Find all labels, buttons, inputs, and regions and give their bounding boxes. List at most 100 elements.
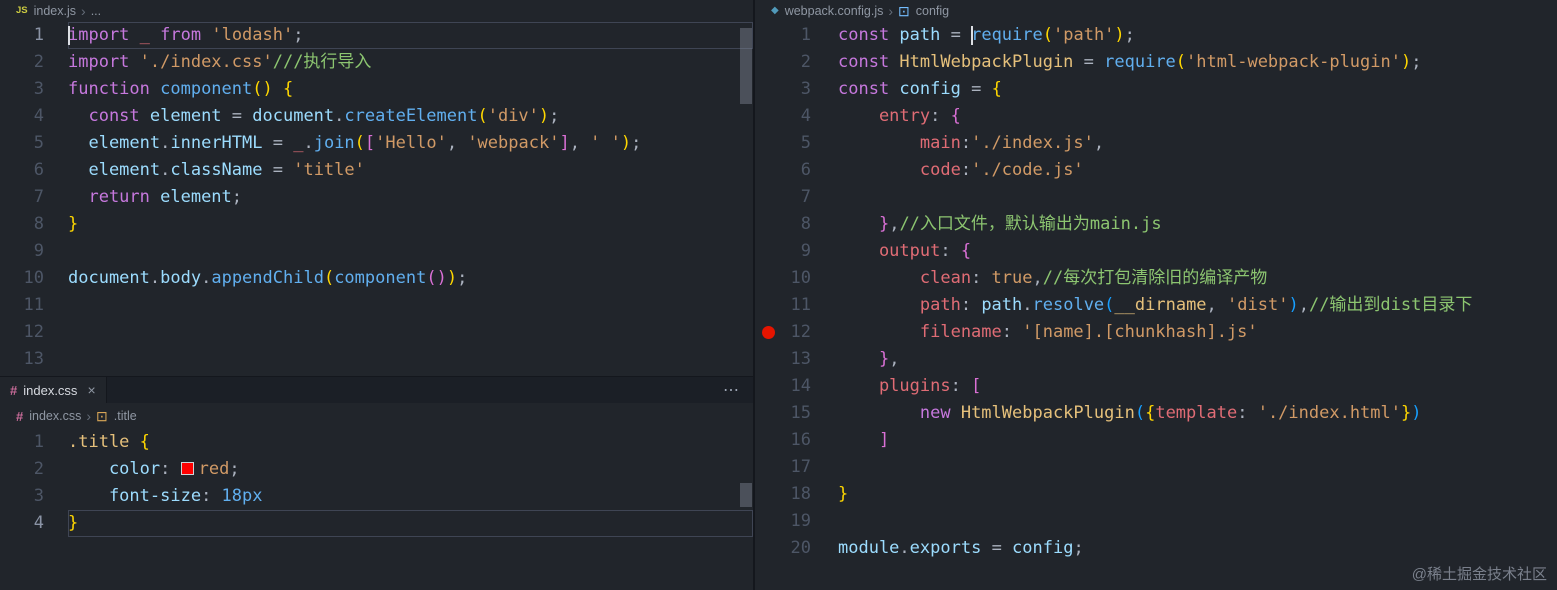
breadcrumb-file[interactable]: index.css: [29, 409, 81, 423]
line-number-gutter[interactable]: 1: [755, 22, 838, 49]
code-line[interactable]: 12 filename: '[name].[chunkhash].js': [755, 319, 1557, 346]
scrollbar-thumb[interactable]: [740, 28, 752, 104]
line-number-gutter[interactable]: 11: [755, 292, 838, 319]
code-line[interactable]: 16 ]: [755, 427, 1557, 454]
line-number-gutter[interactable]: 4: [755, 103, 838, 130]
breadcrumb-symbol[interactable]: config: [916, 4, 949, 18]
line-number-gutter[interactable]: 8: [755, 211, 838, 238]
line-number-gutter[interactable]: 8: [0, 211, 68, 238]
line-number-gutter[interactable]: 3: [0, 76, 68, 103]
line-number-gutter[interactable]: 11: [0, 292, 68, 319]
code-text[interactable]: filename: '[name].[chunkhash].js': [838, 319, 1557, 346]
code-text[interactable]: [68, 238, 753, 265]
code-line[interactable]: 17: [755, 454, 1557, 481]
code-text[interactable]: document.body.appendChild(component());: [68, 265, 753, 292]
code-text[interactable]: import './index.css'///执行导入: [68, 49, 753, 76]
code-text[interactable]: const path = require('path');: [838, 22, 1557, 49]
code-editor-index-js[interactable]: 1 import _ from 'lodash'; 2 import './index…: [0, 22, 753, 373]
code-text[interactable]: element.innerHTML = _.join(['Hello', 'we…: [68, 130, 753, 157]
code-line[interactable]: 9 output: {: [755, 238, 1557, 265]
code-line[interactable]: 18}: [755, 481, 1557, 508]
code-line[interactable]: 11 path: path.resolve(__dirname, 'dist')…: [755, 292, 1557, 319]
line-number-gutter[interactable]: 18: [755, 481, 838, 508]
code-line[interactable]: 8}: [0, 211, 753, 238]
line-number-gutter[interactable]: 9: [0, 238, 68, 265]
line-number-gutter[interactable]: 9: [755, 238, 838, 265]
code-line[interactable]: 9: [0, 238, 753, 265]
code-text[interactable]: .title {: [68, 429, 753, 456]
line-number-gutter[interactable]: 13: [755, 346, 838, 373]
code-text[interactable]: }: [68, 510, 753, 537]
code-line[interactable]: 3 font-size: 18px: [0, 483, 753, 510]
code-text[interactable]: return element;: [68, 184, 753, 211]
line-number-gutter[interactable]: 19: [755, 508, 838, 535]
code-text[interactable]: path: path.resolve(__dirname, 'dist'),//…: [838, 292, 1557, 319]
code-text[interactable]: clean: true,//每次打包清除旧的编译产物: [838, 265, 1557, 292]
code-line[interactable]: 3 function component() {: [0, 76, 753, 103]
line-number-gutter[interactable]: 10: [755, 265, 838, 292]
code-text[interactable]: [68, 319, 753, 346]
code-text[interactable]: color: red;: [68, 456, 753, 483]
tab-index-css[interactable]: # index.css ×: [0, 377, 107, 403]
code-line[interactable]: 8 },//入口文件，默认输出为main.js: [755, 211, 1557, 238]
code-text[interactable]: new HtmlWebpackPlugin({template: './inde…: [838, 400, 1557, 427]
code-editor-webpack-config[interactable]: 1 const path = require('path'); 2 const Htm…: [755, 22, 1557, 562]
line-number-gutter[interactable]: 7: [0, 184, 68, 211]
color-swatch[interactable]: [180, 462, 194, 475]
code-text[interactable]: font-size: 18px: [68, 483, 753, 510]
line-number-gutter[interactable]: 5: [0, 130, 68, 157]
code-line[interactable]: 7 return element;: [0, 184, 753, 211]
code-text[interactable]: output: {: [838, 238, 1557, 265]
line-number-gutter[interactable]: 4: [0, 510, 68, 537]
breadcrumb-file[interactable]: index.js: [34, 4, 76, 18]
line-number-gutter[interactable]: 1: [0, 22, 68, 49]
code-line[interactable]: 13: [0, 346, 753, 373]
code-line[interactable]: 19: [755, 508, 1557, 535]
code-editor-index-css[interactable]: 1 .title {2 color: red; 3 font-size: 18px 4…: [0, 429, 753, 537]
line-number-gutter[interactable]: 13: [0, 346, 68, 373]
line-number-gutter[interactable]: 2: [755, 49, 838, 76]
code-line[interactable]: 2 import './index.css'///执行导入: [0, 49, 753, 76]
code-text[interactable]: [68, 292, 753, 319]
code-line[interactable]: 20 module.exports = config;: [755, 535, 1557, 562]
line-number-gutter[interactable]: 10: [0, 265, 68, 292]
code-text[interactable]: function component() {: [68, 76, 753, 103]
vertical-scrollbar[interactable]: [739, 429, 753, 590]
line-number-gutter[interactable]: 5: [755, 130, 838, 157]
line-number-gutter[interactable]: 2: [0, 456, 68, 483]
line-number-gutter[interactable]: 14: [755, 373, 838, 400]
more-actions-icon[interactable]: ⋯: [709, 377, 753, 403]
breadcrumb-file[interactable]: webpack.config.js: [785, 4, 884, 18]
breakpoint-icon[interactable]: [762, 326, 775, 339]
code-line[interactable]: 2 const HtmlWebpackPlugin = require('html…: [755, 49, 1557, 76]
code-line[interactable]: 13 },: [755, 346, 1557, 373]
code-line[interactable]: 1 import _ from 'lodash';: [0, 22, 753, 49]
code-text[interactable]: [838, 184, 1557, 211]
code-line[interactable]: 14 plugins: [: [755, 373, 1557, 400]
line-number-gutter[interactable]: 6: [0, 157, 68, 184]
line-number-gutter[interactable]: 4: [0, 103, 68, 130]
breadcrumb-symbol[interactable]: .title: [114, 409, 137, 423]
line-number-gutter[interactable]: 3: [0, 483, 68, 510]
code-line[interactable]: 6 element.className = 'title': [0, 157, 753, 184]
code-text[interactable]: [838, 454, 1557, 481]
code-text[interactable]: [838, 508, 1557, 535]
code-line[interactable]: 4}: [0, 510, 753, 537]
code-line[interactable]: 1 const path = require('path');: [755, 22, 1557, 49]
code-text[interactable]: plugins: [: [838, 373, 1557, 400]
line-number-gutter[interactable]: 20: [755, 535, 838, 562]
code-line[interactable]: 1 .title {: [0, 429, 753, 456]
code-text[interactable]: import _ from 'lodash';: [68, 22, 753, 49]
line-number-gutter[interactable]: 12: [0, 319, 68, 346]
code-text[interactable]: }: [68, 211, 753, 238]
code-text[interactable]: }: [838, 481, 1557, 508]
code-line[interactable]: 7: [755, 184, 1557, 211]
line-number-gutter[interactable]: 12: [755, 319, 838, 346]
code-line[interactable]: 11: [0, 292, 753, 319]
code-line[interactable]: 12: [0, 319, 753, 346]
code-text[interactable]: const HtmlWebpackPlugin = require('html-…: [838, 49, 1557, 76]
code-line[interactable]: 15 new HtmlWebpackPlugin({template: './i…: [755, 400, 1557, 427]
close-icon[interactable]: ×: [87, 382, 95, 398]
code-text[interactable]: const element = document.createElement('…: [68, 103, 753, 130]
code-line[interactable]: 3 const config = {: [755, 76, 1557, 103]
